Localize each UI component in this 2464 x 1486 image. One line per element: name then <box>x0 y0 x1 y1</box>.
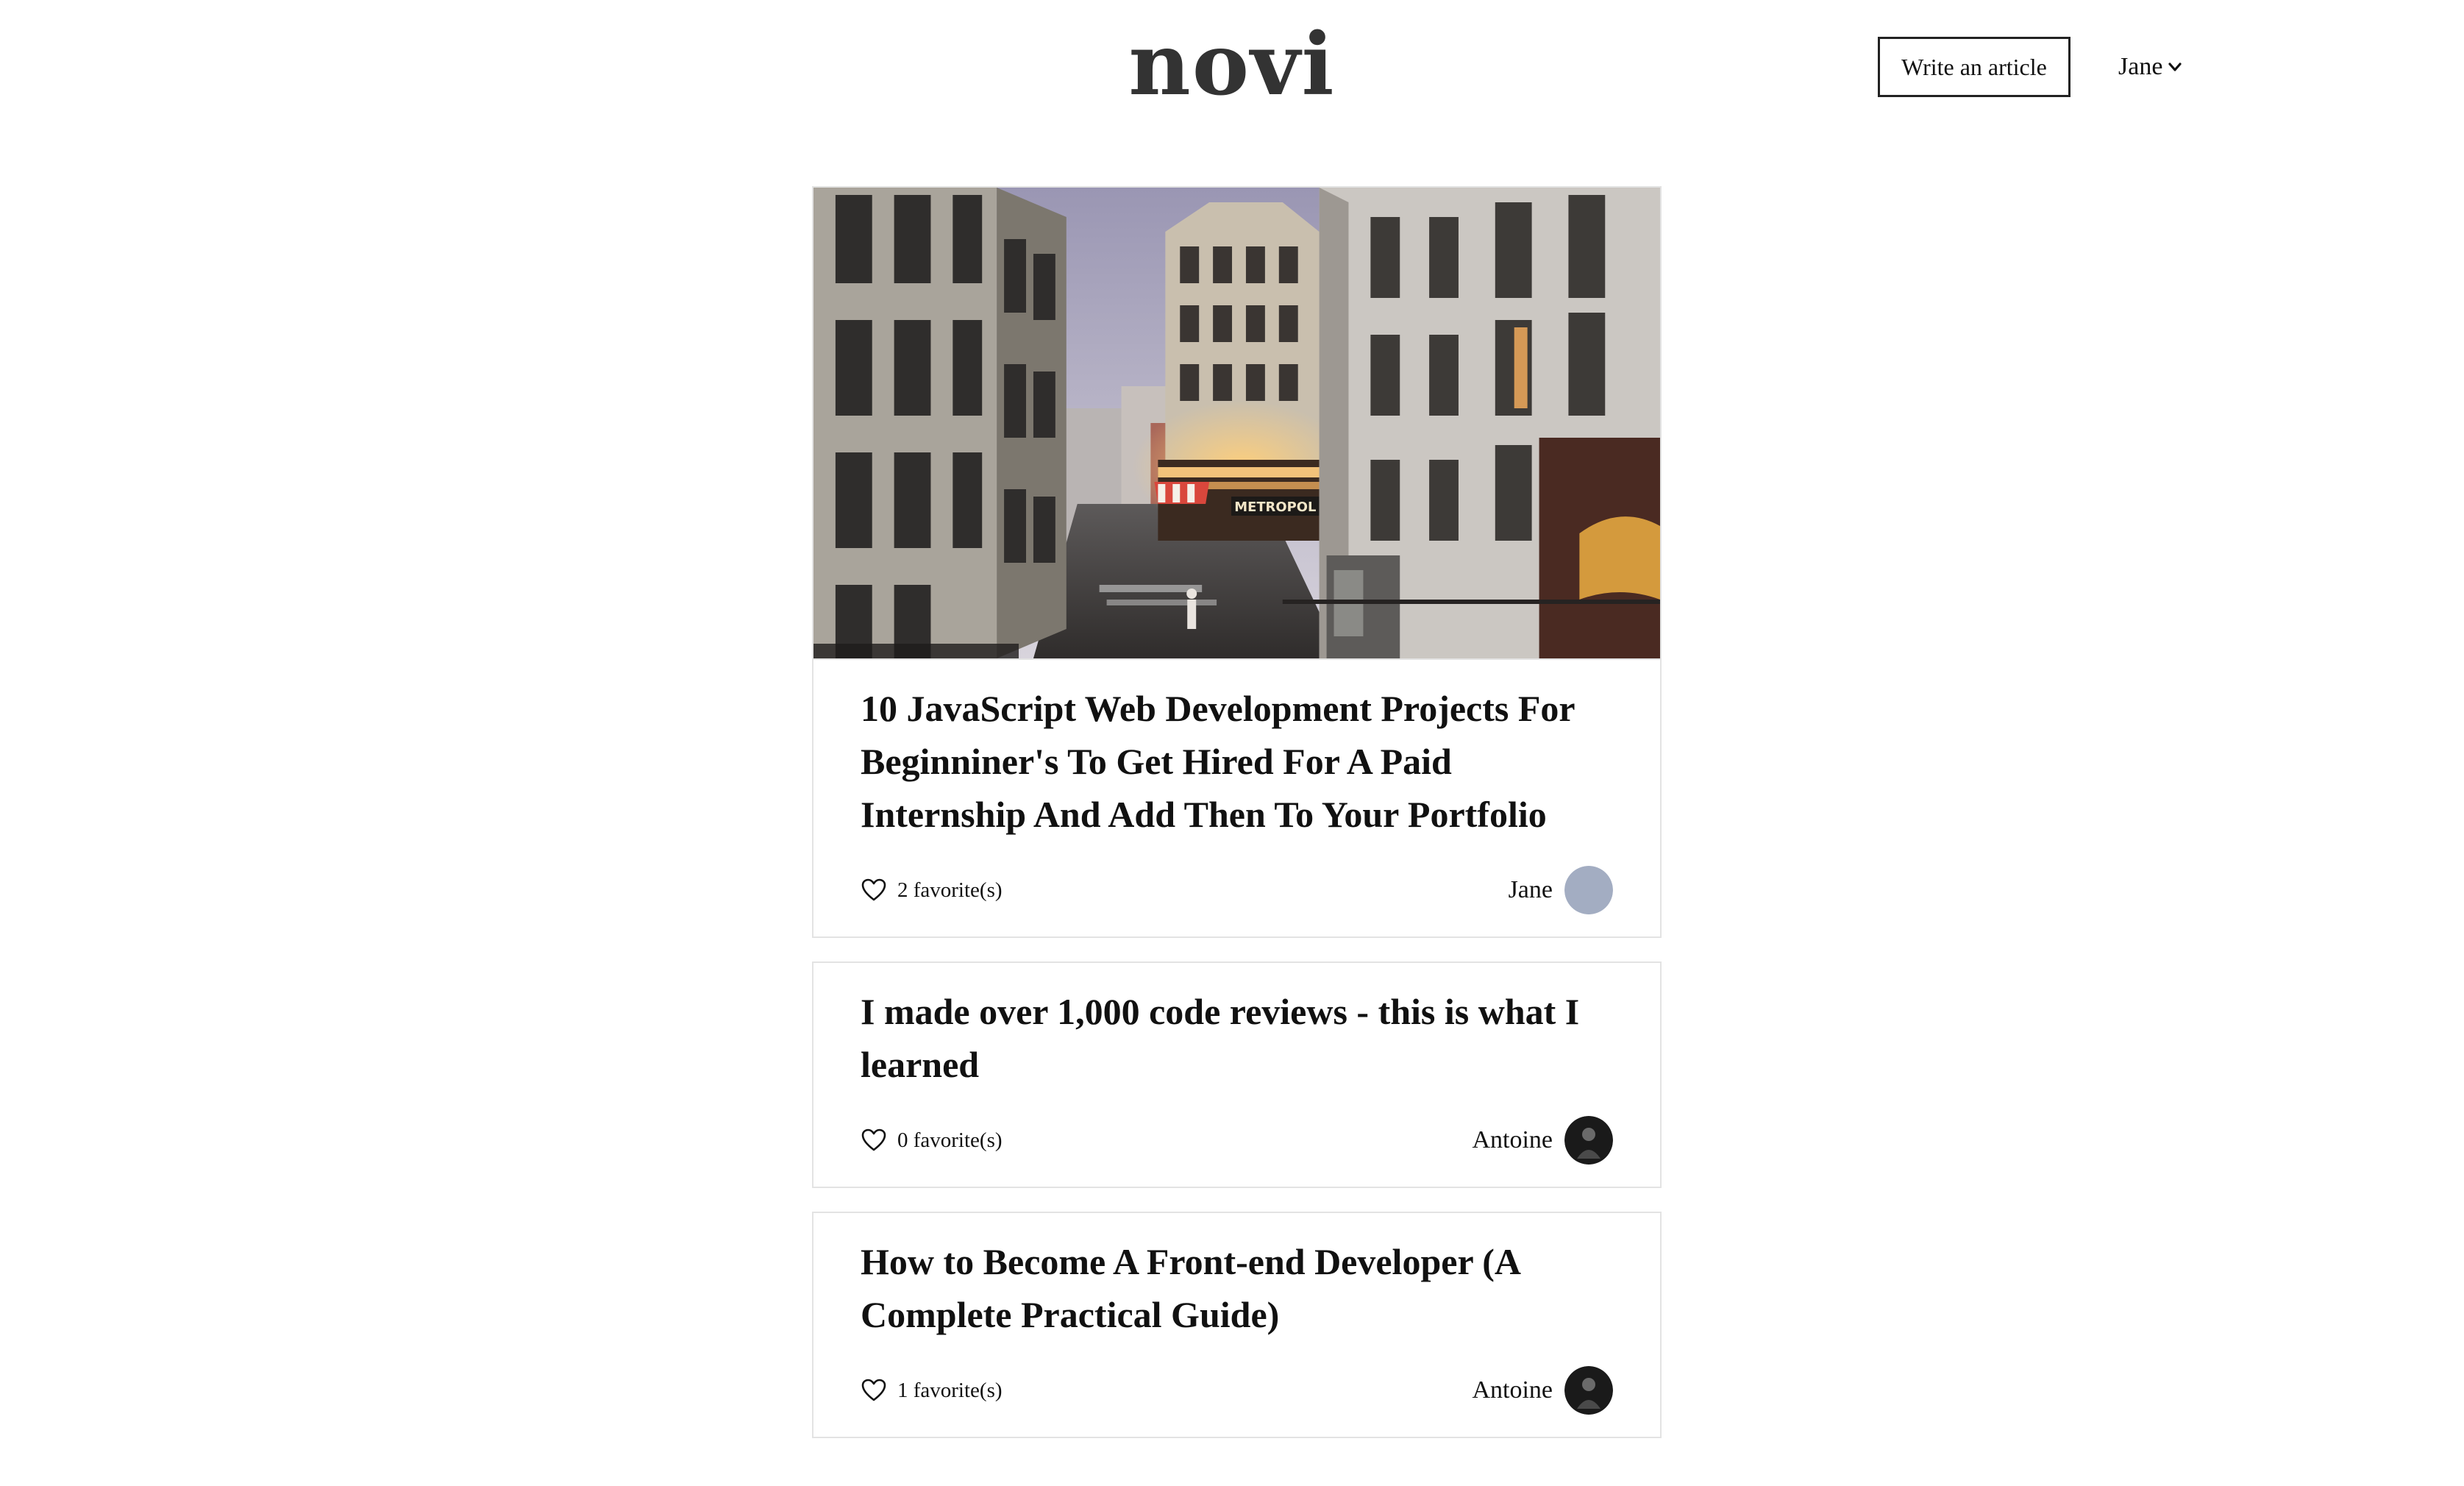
article-card: How to Become A Front-end Developer (A C… <box>812 1212 1662 1438</box>
chevron-down-icon <box>2168 63 2182 71</box>
author-name: Jane <box>1508 876 1553 903</box>
heart-icon[interactable] <box>861 1128 887 1153</box>
article-author[interactable]: Antoine <box>1472 1116 1613 1165</box>
user-menu[interactable]: Jane <box>2118 47 2183 87</box>
favorite-count-label: 0 favorite(s) <box>897 1128 1003 1152</box>
favorite-count-label: 1 favorite(s) <box>897 1378 1003 1402</box>
site-header: novi Write an article Jane <box>0 0 2464 140</box>
svg-text:METROPOL: METROPOL <box>1234 500 1316 515</box>
author-name: Antoine <box>1472 1126 1553 1153</box>
article-feed: METROPOL 10 JavaScript Web Development P… <box>812 186 1662 1462</box>
article-meta: 1 favorite(s) Antoine <box>861 1366 1613 1415</box>
avatar <box>1564 866 1613 914</box>
heart-icon[interactable] <box>861 1378 887 1403</box>
favorite-count: 2 favorite(s) <box>861 878 1003 903</box>
article-title[interactable]: How to Become A Front-end Developer (A C… <box>861 1235 1613 1341</box>
write-article-button[interactable]: Write an article <box>1878 37 2070 97</box>
favorite-count: 1 favorite(s) <box>861 1378 1003 1403</box>
article-meta: 0 favorite(s) Antoine <box>861 1116 1613 1165</box>
article-author[interactable]: Antoine <box>1472 1366 1613 1415</box>
article-cover-image[interactable]: METROPOL <box>813 188 1660 660</box>
site-logo[interactable]: novi <box>1122 21 1342 109</box>
article-author[interactable]: Jane <box>1509 866 1613 914</box>
article-card-body: I made over 1,000 code reviews - this is… <box>813 963 1660 1187</box>
favorite-count-label: 2 favorite(s) <box>897 878 1003 902</box>
article-card: METROPOL 10 JavaScript Web Development P… <box>812 186 1662 938</box>
heart-icon[interactable] <box>861 878 887 903</box>
user-menu-name: Jane <box>2118 53 2163 80</box>
article-title[interactable]: I made over 1,000 code reviews - this is… <box>861 985 1613 1091</box>
article-title[interactable]: 10 JavaScript Web Development Projects F… <box>861 682 1613 841</box>
article-card: I made over 1,000 code reviews - this is… <box>812 961 1662 1188</box>
avatar <box>1564 1116 1613 1165</box>
author-name: Antoine <box>1472 1376 1553 1404</box>
favorite-count: 0 favorite(s) <box>861 1128 1003 1153</box>
article-card-body: How to Become A Front-end Developer (A C… <box>813 1213 1660 1437</box>
avatar <box>1564 1366 1613 1415</box>
article-meta: 2 favorite(s) Jane <box>861 866 1613 914</box>
article-card-body: 10 JavaScript Web Development Projects F… <box>813 660 1660 936</box>
